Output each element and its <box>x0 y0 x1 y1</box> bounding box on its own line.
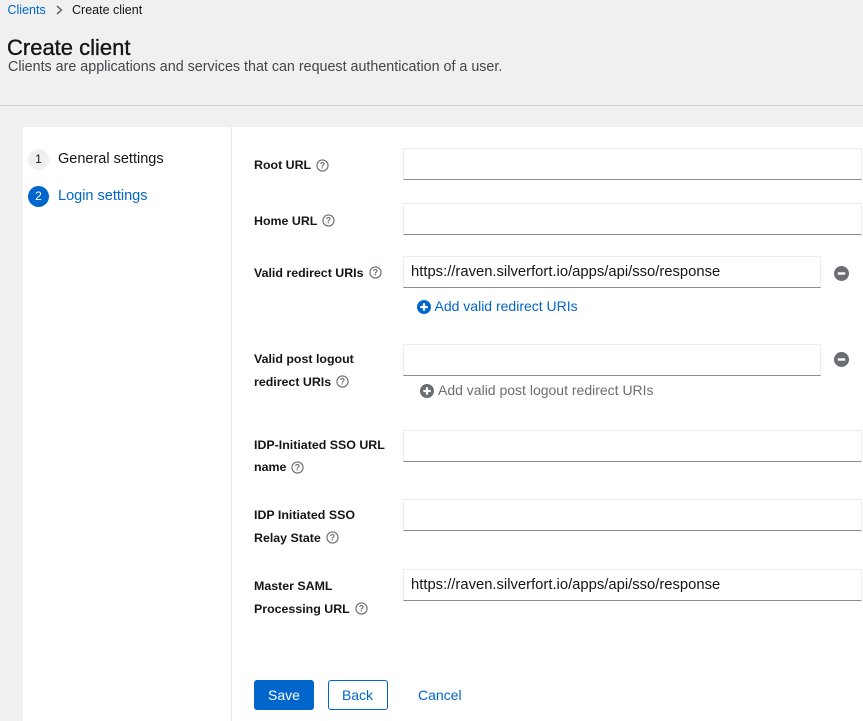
svg-text:?: ? <box>340 377 345 387</box>
svg-text:?: ? <box>320 160 325 170</box>
svg-text:?: ? <box>359 604 364 614</box>
svg-text:?: ? <box>326 215 331 225</box>
svg-text:?: ? <box>372 268 377 278</box>
svg-text:?: ? <box>295 462 300 472</box>
svg-text:?: ? <box>330 533 335 543</box>
